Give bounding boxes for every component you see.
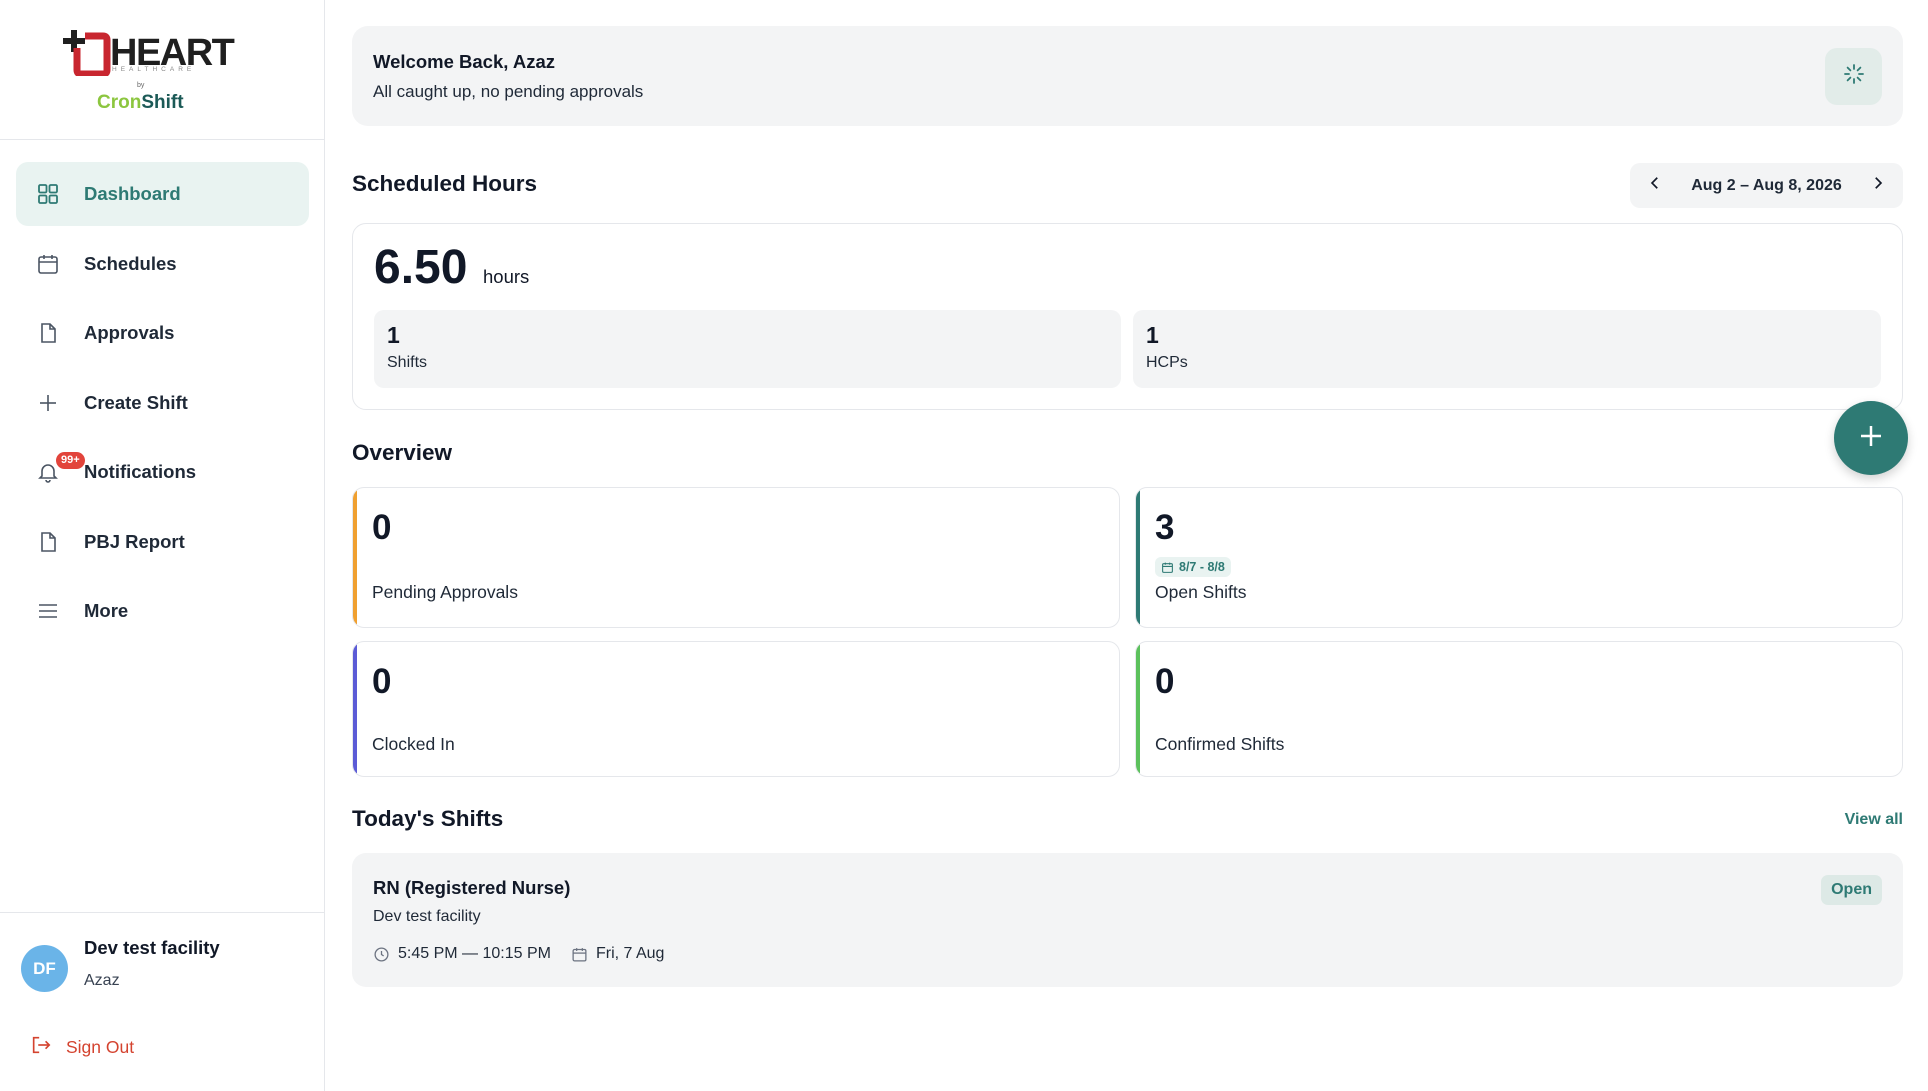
sidebar-item-label: Create Shift [84,391,188,413]
sidebar-item-approvals[interactable]: Approvals [16,301,309,365]
sidebar-footer: DF Dev test facility Azaz Sign Out [0,912,325,1091]
refresh-button[interactable] [1825,48,1882,105]
date-range-label[interactable]: Aug 2 – Aug 8, 2026 [1691,177,1842,195]
sidebar-item-label: More [84,600,129,621]
plus-icon [1856,421,1886,456]
heart-cross-logo-icon [63,30,111,76]
calendar-icon [1162,562,1173,573]
document-icon [36,530,60,554]
cronshift-part-1: Cron [97,92,142,113]
clocked-in-label: Clocked In [372,734,455,754]
shift-facility: Dev test facility [373,908,481,925]
sidebar-item-label: Schedules [84,252,177,274]
scheduled-hours-title: Scheduled Hours [352,171,538,196]
hours-unit: hours [483,266,530,287]
confirmed-shifts-card[interactable]: 0 Confirmed Shifts [1135,641,1903,777]
todays-shifts-title: Today's Shifts [352,806,504,831]
cronshift-part-2: Shift [141,92,184,113]
chevron-left-icon[interactable] [1646,174,1664,197]
grid-icon [36,182,60,206]
add-shift-fab-button[interactable] [1834,401,1908,475]
open-shifts-count: 3 [1155,508,1175,547]
sidebar-item-notifications[interactable]: 99+ Notifications [16,440,309,504]
shift-role: RN (Registered Nurse) [373,877,571,898]
brand-logo[interactable]: HEART HEALTHCARE by CronShift [0,0,324,140]
hcps-count: 1 [1146,322,1159,348]
confirmed-shifts-label: Confirmed Shifts [1155,734,1285,754]
sidebar-item-more[interactable]: More [16,579,309,643]
open-shifts-label: Open Shifts [1155,582,1247,602]
sidebar-item-dashboard[interactable]: Dashboard [16,162,309,226]
confirmed-shifts-count: 0 [1155,662,1175,701]
clocked-in-card[interactable]: 0 Clocked In [352,641,1120,777]
welcome-subtitle: All caught up, no pending approvals [373,82,644,101]
hours-value: 6.50 [374,241,468,294]
open-shifts-card[interactable]: 3 8/7 - 8/8 Open Shifts [1135,487,1903,628]
pending-approvals-card[interactable]: 0 Pending Approvals [352,487,1120,628]
pending-approvals-count: 0 [372,508,392,547]
calendar-icon [571,946,588,963]
overview-title: Overview [352,440,453,465]
avatar[interactable]: DF [21,945,68,992]
logo-subtitle: HEALTHCARE [112,66,196,73]
open-shifts-date-chip: 8/7 - 8/8 [1155,557,1231,577]
hcps-label: HCPs [1146,354,1188,371]
clocked-in-count: 0 [372,662,392,701]
menu-icon [36,599,60,623]
pending-approvals-label: Pending Approvals [372,582,518,602]
date-range-navigator: Aug 2 – Aug 8, 2026 [1630,163,1903,208]
clock-icon [373,946,390,963]
logo-by: by [137,82,145,89]
shift-time: 5:45 PM — 10:15 PM [398,945,551,962]
sidebar-item-label: Dashboard [84,183,181,204]
sidebar-nav: Dashboard Schedules Approvals Create Shi… [16,162,309,649]
document-icon [36,321,60,345]
shifts-label: Shifts [387,354,428,371]
sidebar-item-label: Approvals [84,322,175,343]
sidebar-item-label: Notifications [84,461,197,482]
welcome-banner: Welcome Back, Azaz All caught up, no pen… [352,26,1903,126]
accent-bar [1136,488,1140,627]
view-all-link[interactable]: View all [1845,811,1903,829]
sidebar-item-pbj-report[interactable]: PBJ Report [16,510,309,574]
cronshift-logo: CronShift [97,92,184,114]
shifts-count: 1 [387,322,400,348]
accent-bar [353,488,357,627]
loading-spinner-icon [1842,62,1866,91]
shift-list-item[interactable]: RN (Registered Nurse) Dev test facility … [352,853,1903,987]
date-chip-label: 8/7 - 8/8 [1179,560,1225,574]
sidebar: HEART HEALTHCARE by CronShift Dashboard … [0,0,325,1091]
accent-bar [353,642,357,776]
status-badge: Open [1821,875,1882,905]
sign-out-button[interactable]: Sign Out [30,1034,134,1061]
accent-bar [1136,642,1140,776]
sign-out-label: Sign Out [66,1037,135,1057]
shift-meta: 5:45 PM — 10:15 PM Fri, 7 Aug [373,945,664,963]
user-name: Azaz [84,972,120,989]
notification-count-badge: 99+ [56,452,85,469]
sidebar-item-label: PBJ Report [84,530,185,552]
logout-icon [30,1034,52,1061]
calendar-icon [36,252,60,276]
facility-name: Dev test facility [84,937,220,958]
shifts-stat: 1 Shifts [374,310,1121,388]
chevron-right-icon[interactable] [1869,174,1887,197]
shift-date: Fri, 7 Aug [595,945,665,962]
plus-icon [36,391,60,415]
scheduled-hours-card: 6.50 hours 1 Shifts 1 HCPs [352,223,1903,410]
sidebar-item-schedules[interactable]: Schedules [16,232,309,296]
welcome-title: Welcome Back, Azaz [373,51,555,72]
hcps-stat: 1 HCPs [1133,310,1881,388]
sidebar-item-create-shift[interactable]: Create Shift [16,371,309,435]
